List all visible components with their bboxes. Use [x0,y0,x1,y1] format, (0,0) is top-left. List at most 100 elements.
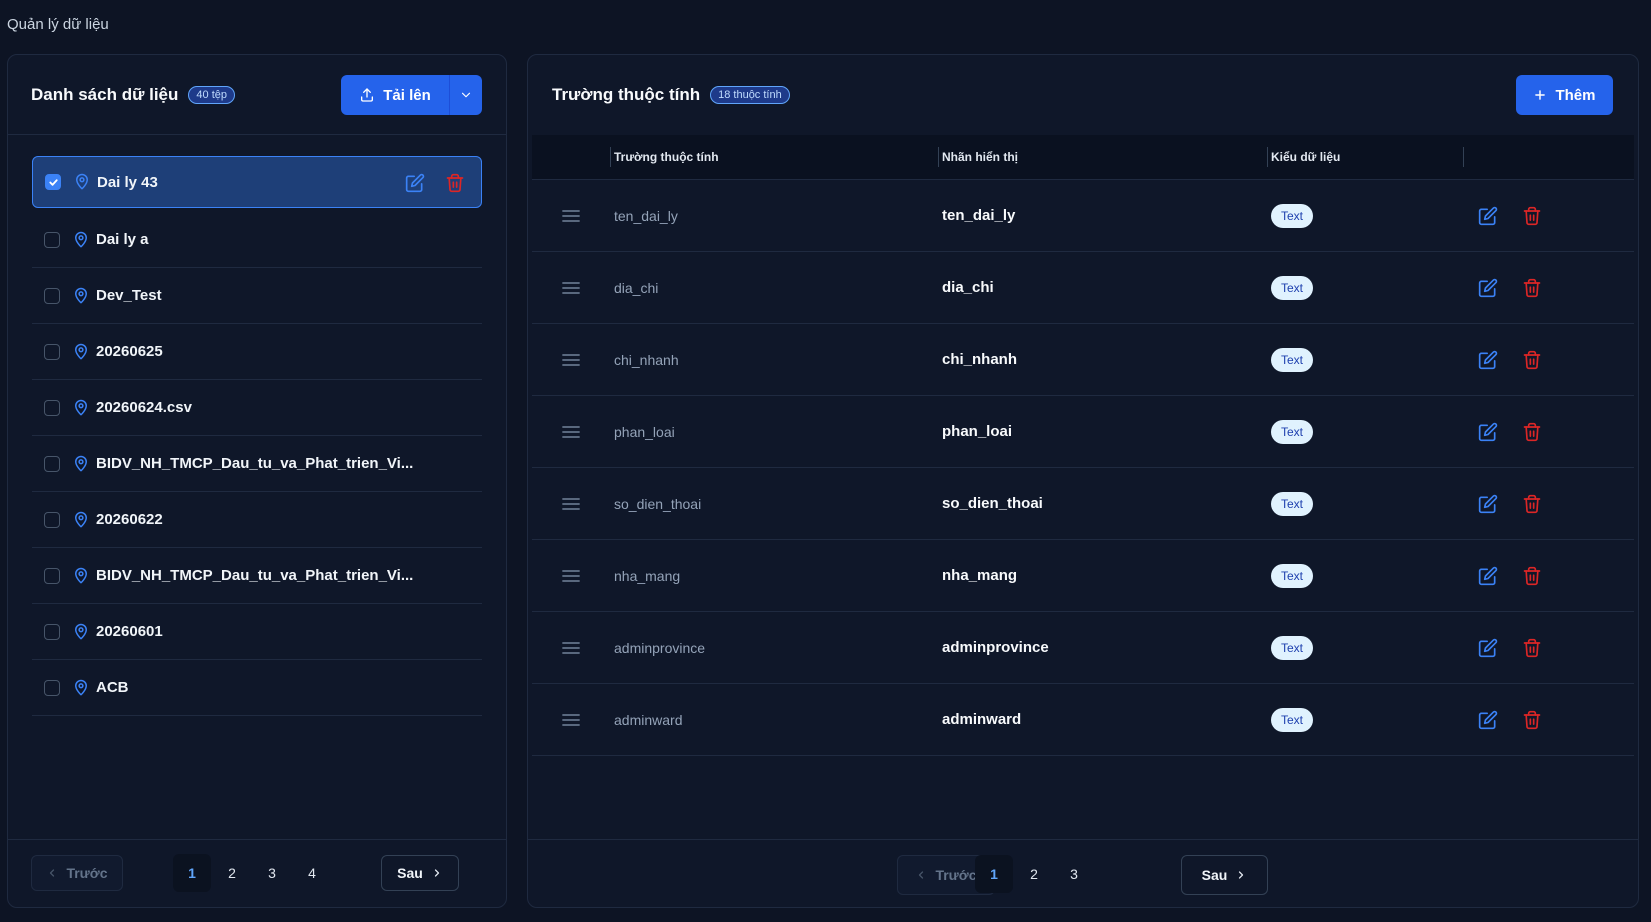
delete-attribute-button[interactable] [1520,636,1544,660]
edit-attribute-button[interactable] [1476,348,1500,372]
upload-options-dropdown[interactable] [449,75,482,115]
delete-file-button[interactable] [443,171,467,195]
data-type-badge: Text [1271,204,1314,228]
edit-attribute-button[interactable] [1476,636,1500,660]
drag-handle[interactable] [562,424,580,445]
attribute-display-label: so_dien_thoai [942,495,1043,512]
page-number-2[interactable]: 2 [1015,855,1053,893]
page-title: Quản lý dữ liệu [7,16,109,33]
edit-attribute-button[interactable] [1476,564,1500,588]
edit-attribute-button[interactable] [1476,492,1500,516]
file-list-item[interactable]: 20260622 [32,492,482,548]
page-number-1[interactable]: 1 [173,854,211,892]
data-type-badge: Text [1271,564,1314,588]
file-checkbox[interactable] [44,287,60,304]
page-number-1[interactable]: 1 [975,855,1013,893]
file-checkbox[interactable] [45,174,61,190]
data-type-badge: Text [1271,420,1314,444]
file-list-item[interactable]: ACB [32,660,482,716]
drag-handle[interactable] [562,352,580,373]
delete-attribute-button[interactable] [1520,276,1544,300]
drag-handle[interactable] [562,568,580,589]
delete-attribute-button[interactable] [1520,492,1544,516]
drag-handle[interactable] [562,280,580,301]
edit-attribute-button[interactable] [1476,420,1500,444]
edit-attribute-button[interactable] [1476,708,1500,732]
next-page-button[interactable]: Sau [1181,855,1268,895]
drag-handle[interactable] [562,496,580,517]
map-pin-icon [75,231,87,247]
map-pin-icon [75,511,87,527]
check-icon [48,178,58,186]
data-list-panel: Danh sách dữ liệu 40 tệp Tải lên Dai ly … [7,54,507,908]
attribute-fields-title: Trường thuộc tính [552,85,701,104]
delete-attribute-button[interactable] [1520,420,1544,444]
table-row: adminprovince adminprovince Text [532,612,1634,684]
file-list-item[interactable]: 20260601 [32,604,482,660]
delete-attribute-button[interactable] [1520,564,1544,588]
file-list-item[interactable]: Dev_Test [32,268,482,324]
file-list-item[interactable]: BIDV_NH_TMCP_Dau_tu_va_Phat_trien_Vi... [32,548,482,604]
file-checkbox[interactable] [44,399,60,416]
trash-icon [1523,350,1541,370]
next-page-button[interactable]: Sau [381,855,459,891]
map-pin-icon [75,343,87,359]
edit-icon [1478,710,1498,730]
map-pin-icon [76,173,88,190]
page-number-4[interactable]: 4 [293,854,331,892]
file-checkbox[interactable] [44,623,60,640]
delete-attribute-button[interactable] [1520,204,1544,228]
file-list-item[interactable]: 20260624.csv [32,380,482,436]
add-attribute-button[interactable]: Thêm [1516,75,1613,115]
file-name: 20260625 [96,343,163,360]
file-name: 20260601 [96,623,163,640]
edit-file-button[interactable] [403,171,427,195]
data-type-badge: Text [1271,708,1314,732]
file-checkbox[interactable] [44,511,60,528]
file-checkbox[interactable] [44,343,60,360]
file-list-item[interactable]: Dai ly 43 [32,156,482,208]
file-list-item[interactable]: BIDV_NH_TMCP_Dau_tu_va_Phat_trien_Vi... [32,436,482,492]
edit-attribute-button[interactable] [1476,276,1500,300]
file-pagination: Trước 1234 Sau [8,839,506,907]
file-checkbox[interactable] [44,567,60,584]
drag-handle[interactable] [562,640,580,661]
attribute-field-name: ten_dai_ly [614,208,678,224]
attribute-fields-panel: Trường thuộc tính 18 thuộc tính Thêm Trư… [527,54,1639,908]
edit-icon [1478,422,1498,442]
upload-button[interactable]: Tải lên [341,75,449,115]
data-type-badge: Text [1271,276,1314,300]
file-checkbox[interactable] [44,231,60,248]
map-pin-icon [75,679,87,695]
edit-attribute-button[interactable] [1476,204,1500,228]
file-name: Dai ly a [96,231,149,248]
trash-icon [1523,422,1541,442]
data-type-badge: Text [1271,492,1314,516]
file-checkbox[interactable] [44,455,60,472]
trash-icon [1523,566,1541,586]
attribute-field-name: phan_loai [614,424,675,440]
edit-icon [1478,350,1498,370]
page-number-2[interactable]: 2 [213,854,251,892]
drag-handle[interactable] [562,208,580,229]
table-header: Trường thuộc tính Nhãn hiển thị Kiểu dữ … [532,135,1634,180]
drag-handle[interactable] [562,712,580,733]
file-checkbox[interactable] [44,679,60,696]
delete-attribute-button[interactable] [1520,708,1544,732]
delete-attribute-button[interactable] [1520,348,1544,372]
page-number-3[interactable]: 3 [253,854,291,892]
file-list-item[interactable]: Dai ly a [32,212,482,268]
trash-icon [1523,638,1541,658]
file-actions [403,171,467,195]
file-list-item[interactable]: 20260625 [32,324,482,380]
table-row: ten_dai_ly ten_dai_ly Text [532,180,1634,252]
attribute-display-label: nha_mang [942,567,1018,584]
edit-icon [1478,494,1498,514]
page-number-3[interactable]: 3 [1055,855,1093,893]
prev-page-button[interactable]: Trước [31,855,123,891]
prev-page-label: Trước [66,865,108,881]
chevron-right-icon [434,869,439,877]
next-page-label: Sau [1201,867,1228,883]
chevron-left-icon [50,869,55,877]
column-header-type: Kiểu dữ liệu [1271,150,1341,164]
